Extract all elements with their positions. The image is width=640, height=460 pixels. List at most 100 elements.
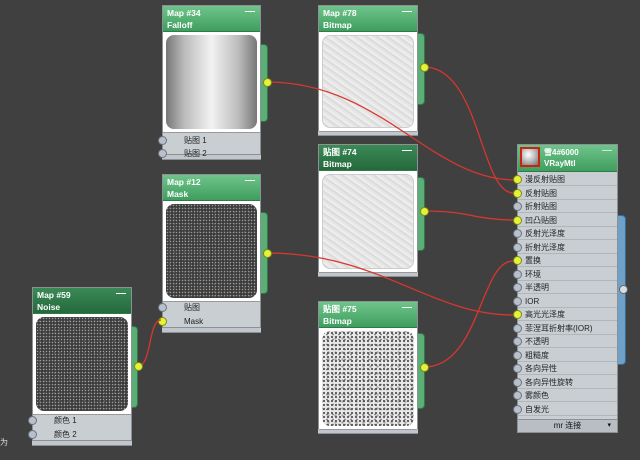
slot-label: 粗糙度 [525, 350, 549, 360]
slot-refl-glossiness[interactable]: 反射光泽度 [513, 227, 617, 240]
node-header[interactable]: Map #34 Falloff — [163, 6, 260, 32]
node-map74-bitmap[interactable]: 贴图 #74 Bitmap — [318, 144, 418, 273]
slot-fresnel-ior[interactable]: 菲涅耳折射率(IOR) [513, 322, 617, 335]
slot-diffuse-map[interactable]: 漫反射贴图 [513, 173, 617, 186]
input-socket[interactable] [513, 269, 522, 279]
node-id: 贴图 #74 [323, 147, 357, 157]
input-socket[interactable] [513, 175, 522, 184]
minimize-icon[interactable]: — [116, 288, 126, 300]
slot-color2[interactable]: 颜色 2 [28, 428, 131, 441]
input-socket[interactable] [513, 391, 522, 400]
node-header[interactable]: 雪4#6000 VRayMtl — [518, 145, 617, 172]
slot-self-illumination[interactable]: 自发光 [513, 403, 617, 416]
slot-label: 反射光泽度 [525, 229, 565, 238]
node-header[interactable]: 贴图 #75 Bitmap — [319, 302, 417, 328]
minimize-icon[interactable]: — [245, 175, 255, 187]
slot-refr-glossiness[interactable]: 折射光泽度 [513, 241, 617, 254]
output-socket[interactable] [420, 63, 429, 72]
slot-aniso-rotation[interactable]: 各向异性旋转 [513, 376, 617, 389]
minimize-icon[interactable]: — [402, 145, 412, 157]
minimize-icon[interactable]: — [402, 6, 412, 18]
chevron-down-icon[interactable]: ▾ [607, 420, 611, 432]
node-type: Bitmap [323, 159, 352, 169]
slot-label: Mask [184, 317, 204, 326]
node-map75-bitmap[interactable]: 贴图 #75 Bitmap — [318, 301, 418, 430]
node-map78-bitmap[interactable]: Map #78 Bitmap — [318, 5, 418, 132]
slot-map2[interactable]: 贴图 2 [158, 147, 260, 160]
input-socket[interactable] [513, 364, 522, 373]
input-socket[interactable] [513, 350, 522, 360]
input-socket[interactable] [158, 149, 167, 158]
slot-label: 自发光 [525, 404, 549, 414]
slot-map1[interactable]: 贴图 1 [158, 134, 260, 147]
bitmap-thumbnail [322, 174, 414, 269]
input-socket[interactable] [513, 229, 522, 238]
input-socket[interactable] [513, 242, 522, 252]
node-type: Falloff [167, 20, 193, 30]
input-socket[interactable] [513, 283, 522, 292]
node-header[interactable]: 贴图 #74 Bitmap — [319, 145, 417, 171]
input-socket[interactable] [513, 337, 522, 346]
edge-text: 为 [0, 438, 8, 447]
node-stack-edge [162, 328, 261, 333]
input-socket[interactable] [513, 202, 522, 211]
input-socket[interactable] [513, 215, 522, 225]
slot-anisotropy[interactable]: 各向异性 [513, 362, 617, 375]
input-socket[interactable] [513, 296, 522, 306]
input-socket[interactable] [158, 136, 167, 145]
input-socket[interactable] [158, 303, 167, 312]
node-map34-falloff[interactable]: Map #34 Falloff — 贴图 1 贴图 2 [158, 5, 261, 158]
output-socket[interactable] [420, 363, 429, 372]
slot-label: 半透明 [525, 283, 549, 292]
node-vraymtl[interactable]: 雪4#6000 VRayMtl — 漫反射贴图反射贴图 折射贴图 凹凸贴图反射光泽度… [513, 144, 618, 433]
node-header[interactable]: Map #78 Bitmap — [319, 6, 417, 32]
output-socket[interactable] [420, 207, 429, 216]
slot-label: 各向异性 [525, 364, 557, 373]
minimize-icon[interactable]: — [402, 302, 412, 314]
node-header[interactable]: Map #59 Noise — [33, 288, 131, 314]
slot-color1[interactable]: 颜色 1 [28, 414, 131, 427]
slot-bump-map[interactable]: 凹凸贴图 [513, 214, 617, 227]
node-map59-noise[interactable]: Map #59 Noise — 颜色 1 颜色 2 [28, 287, 132, 441]
minimize-icon[interactable]: — [245, 6, 255, 18]
thumbnail-frame [163, 201, 260, 302]
input-socket[interactable] [28, 416, 37, 425]
slot-label: 颜色 1 [54, 416, 77, 425]
slot-displacement[interactable]: 置换 [513, 254, 617, 267]
slot-hilight-glossiness[interactable]: 高光光泽度 [513, 308, 617, 321]
input-socket[interactable] [513, 256, 522, 265]
input-socket[interactable] [513, 188, 522, 198]
slot-label: 漫反射贴图 [525, 175, 565, 184]
slot-label: 贴图 1 [184, 136, 207, 145]
output-socket[interactable] [263, 249, 272, 258]
slot-opacity[interactable]: 不透明 [513, 335, 617, 348]
input-socket[interactable] [513, 377, 522, 387]
material-name: 雪4#6000 [544, 148, 579, 157]
slot-translucency[interactable]: 半透明 [513, 281, 617, 294]
slot-label: 置换 [525, 256, 541, 265]
slot-roughness[interactable]: 粗糙度 [513, 349, 617, 362]
bitmap-thumbnail [322, 331, 414, 426]
slot-refract-map[interactable]: 折射贴图 [513, 200, 617, 213]
slot-ior[interactable]: IOR [513, 295, 617, 308]
node-map12-mask[interactable]: Map #12 Mask — 贴图 Mask [158, 174, 261, 328]
input-socket[interactable] [28, 430, 37, 439]
input-socket[interactable] [513, 310, 522, 319]
minimize-icon[interactable]: — [602, 145, 612, 156]
input-socket[interactable] [513, 323, 522, 333]
input-socket[interactable] [158, 317, 167, 326]
output-socket[interactable] [134, 362, 143, 371]
node-type: Bitmap [323, 20, 352, 30]
material-swatch [520, 147, 540, 167]
slot-reflect-map[interactable]: 反射贴图 [513, 187, 617, 200]
slot-map[interactable]: 贴图 [158, 301, 260, 314]
output-socket[interactable] [263, 78, 272, 87]
material-output-socket[interactable] [619, 285, 628, 294]
input-socket[interactable] [513, 404, 522, 414]
slot-fog-color[interactable]: 雾颜色 [513, 389, 617, 402]
node-header[interactable]: Map #12 Mask — [163, 175, 260, 201]
slot-mask[interactable]: Mask [158, 315, 260, 328]
wire-map78-to-reflect [423, 66, 514, 194]
mr-connection-footer[interactable]: mr 连接 ▾ [518, 419, 617, 432]
slot-environment[interactable]: 环境 [513, 268, 617, 281]
